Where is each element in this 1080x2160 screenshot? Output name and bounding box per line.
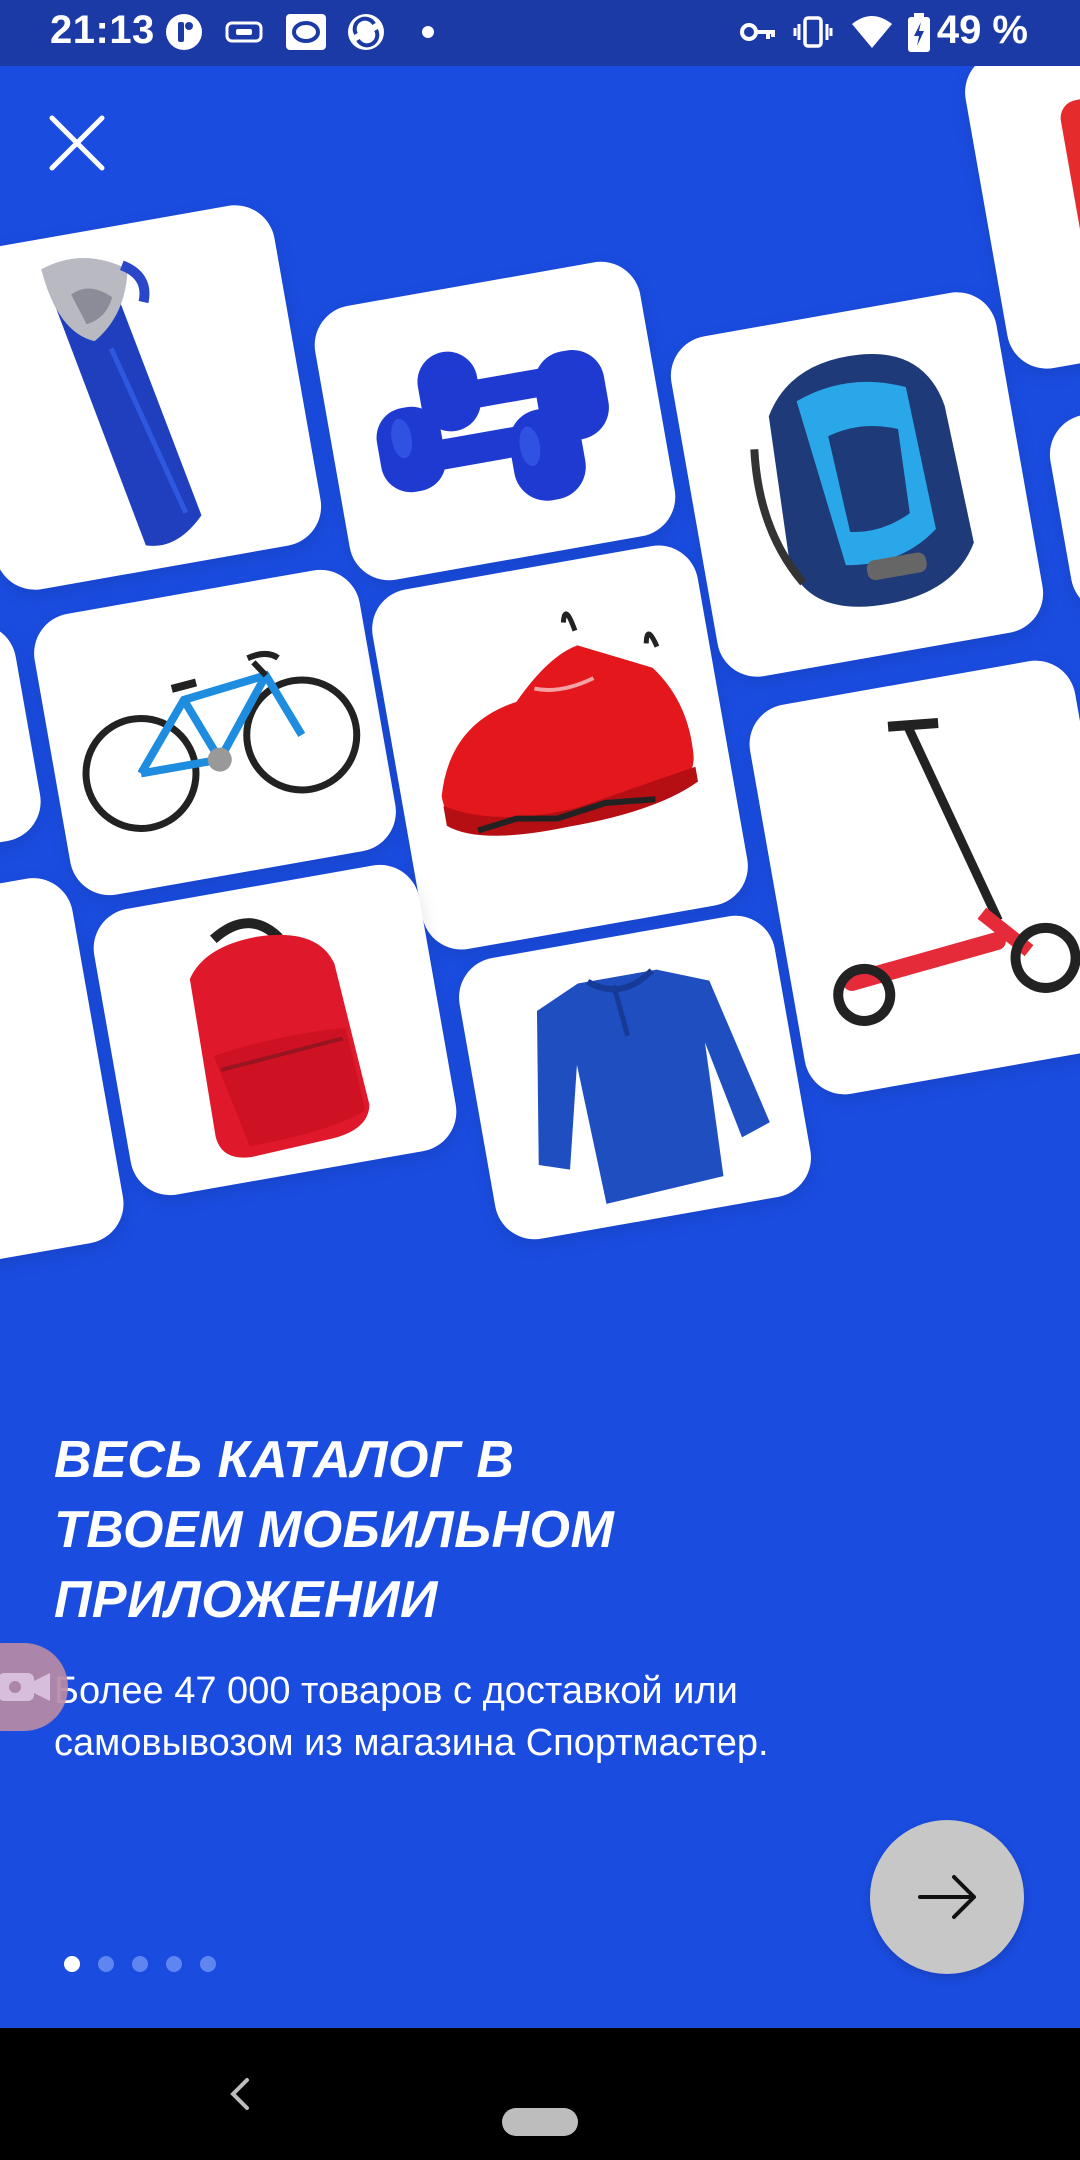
- wifi-icon: [852, 16, 892, 48]
- sneaker-image: [441, 611, 699, 836]
- status-bar: 21:13 49 %: [0, 0, 1080, 66]
- page-dot[interactable]: [200, 1956, 216, 1972]
- onboarding-screen: 21:13 49 % ВЕСЬ КАТАЛОГ В ТВОЕМ МОБИЛЬНО…: [0, 0, 1080, 2028]
- description-line: Более 47 000 товаров с доставкой или: [54, 1670, 738, 1712]
- sleeping-bag-image: [41, 258, 202, 546]
- bicycle-image: [82, 650, 361, 832]
- product-card-sweater[interactable]: [452, 909, 818, 1246]
- app-notification-icon: [166, 14, 202, 50]
- close-icon[interactable]: [42, 108, 112, 178]
- page-dot[interactable]: [132, 1956, 148, 1972]
- back-icon[interactable]: [225, 2074, 255, 2114]
- system-navigation-bar: [0, 2028, 1080, 2160]
- product-collage: [0, 0, 1080, 1300]
- app-refresh-icon: [348, 14, 384, 50]
- page-dot[interactable]: [166, 1956, 182, 1972]
- vibrate-icon: [793, 16, 833, 48]
- product-card-dumbbells[interactable]: [308, 255, 682, 587]
- backpack-red-image: [189, 918, 370, 1158]
- onboarding-title: ВЕСЬ КАТАЛОГ В ТВОЕМ МОБИЛЬНОМ ПРИЛОЖЕНИ…: [54, 1425, 954, 1635]
- title-line: ПРИЛОЖЕНИИ: [54, 1571, 438, 1629]
- home-pill[interactable]: [502, 2108, 578, 2136]
- sweater-image: [536, 968, 770, 1204]
- product-card-backpack-red[interactable]: [87, 858, 463, 1202]
- dot-icon: [422, 26, 434, 38]
- product-card-partial: [1043, 401, 1080, 619]
- description-line: самовывозом из магазина Спортмастер.: [54, 1722, 769, 1764]
- dumbbells-image: [376, 349, 609, 501]
- battery-percentage: 49 %: [936, 8, 1028, 52]
- page-dot[interactable]: [98, 1956, 114, 1972]
- arrow-right-icon: [918, 1875, 976, 1919]
- pay-card-icon: [225, 21, 263, 43]
- product-card-bicycle[interactable]: [27, 563, 403, 902]
- video-camera-icon: [0, 1673, 50, 1701]
- status-time: 21:13: [50, 8, 155, 52]
- battery-charging-icon: [908, 13, 930, 52]
- next-button[interactable]: [870, 1820, 1024, 1974]
- opera-icon: [286, 14, 326, 50]
- product-card-sleeping-bag[interactable]: [0, 198, 328, 597]
- key-icon: [740, 23, 775, 41]
- scooter-image: [833, 717, 1080, 1026]
- product-card-sneaker[interactable]: [365, 539, 755, 956]
- floating-video-bubble[interactable]: [0, 1643, 68, 1731]
- product-card-backpack-blue[interactable]: [664, 285, 1050, 684]
- backpack-blue-image: [750, 353, 974, 607]
- page-dot-active[interactable]: [64, 1956, 80, 1972]
- title-line: ТВОЕМ МОБИЛЬНОМ: [54, 1501, 615, 1559]
- title-line: ВЕСЬ КАТАЛОГ В: [54, 1431, 515, 1489]
- product-card-scooter[interactable]: [743, 654, 1080, 1101]
- onboarding-description: Более 47 000 товаров с доставкой или сам…: [54, 1665, 1014, 1769]
